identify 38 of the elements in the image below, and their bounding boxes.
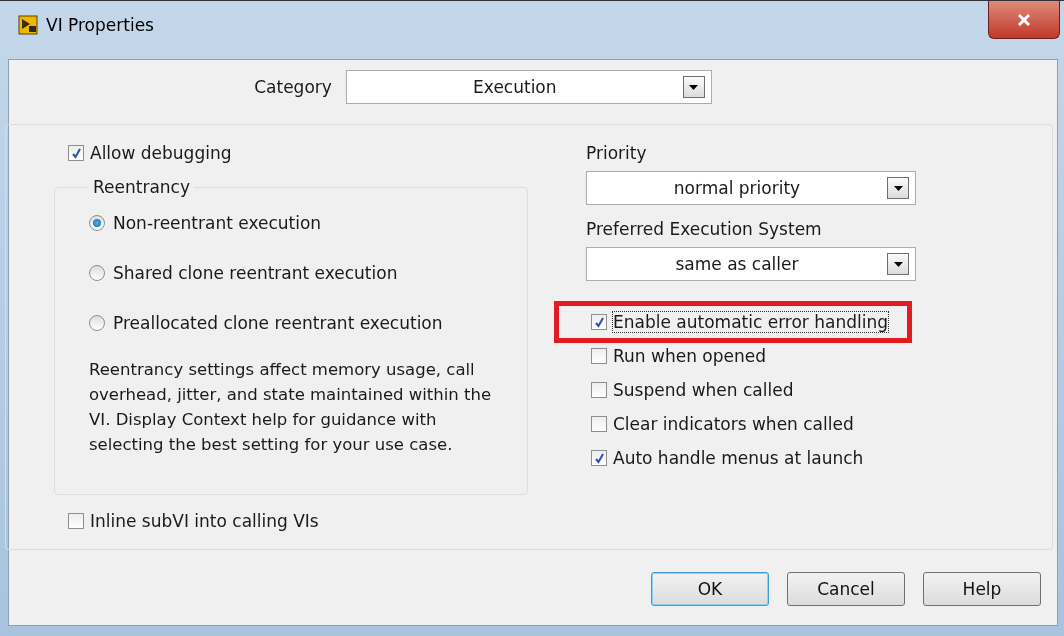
dialog-button[interactable]: Help <box>923 572 1041 606</box>
execution-system-dropdown[interactable]: same as caller <box>586 247 916 281</box>
dialog-button[interactable]: OK <box>651 572 769 606</box>
checkbox[interactable] <box>68 513 84 529</box>
category-dropdown[interactable]: Execution <box>345 70 712 104</box>
category-label: Category <box>254 77 332 97</box>
field-label: Preferred Execution System <box>586 219 823 239</box>
dropdown-arrow-icon <box>689 84 699 90</box>
radio-button[interactable] <box>89 265 105 281</box>
checkbox-label: Auto handle menus at launch <box>613 448 864 468</box>
checkbox-label: Inline subVI into calling VIs <box>90 511 319 531</box>
window-title: VI Properties <box>46 15 154 35</box>
checkbox[interactable] <box>591 314 607 330</box>
checkbox-label: Suspend when called <box>613 380 794 400</box>
dropdown-arrow-icon <box>893 185 903 191</box>
close-button[interactable] <box>988 1 1060 39</box>
checkbox[interactable] <box>591 382 607 398</box>
checkbox-label: Allow debugging <box>90 143 232 163</box>
dropdown-arrow-icon <box>893 261 903 267</box>
help-text: Reentrancy settings affect memory usage, call overhead, jitter, and state maintained within the VI. Display Context help for guidance with selecting the best setting for your use case. <box>89 359 493 456</box>
checkbox-label: Run when opened <box>613 346 766 366</box>
radio-label: Shared clone reentrant execution <box>113 263 398 283</box>
close-icon <box>1017 13 1031 26</box>
radio-label: Non-reentrant execution <box>113 213 322 233</box>
field-label: Priority <box>586 143 648 163</box>
radio-button[interactable] <box>89 215 105 231</box>
checkbox[interactable] <box>591 416 607 432</box>
radio-button[interactable] <box>89 315 105 331</box>
checkbox-label: Enable automatic error handling <box>613 312 888 332</box>
checkbox-label: Clear indicators when called <box>613 414 854 434</box>
app-icon <box>18 15 38 35</box>
dialog-button[interactable]: Cancel <box>787 572 905 606</box>
priority-dropdown[interactable]: normal priority <box>586 171 916 205</box>
checkbox[interactable] <box>591 450 607 466</box>
checkbox[interactable] <box>591 348 607 364</box>
group-title: Reentrancy <box>92 177 191 197</box>
radio-label: Preallocated clone reentrant execution <box>113 313 443 333</box>
checkbox[interactable] <box>68 145 84 161</box>
